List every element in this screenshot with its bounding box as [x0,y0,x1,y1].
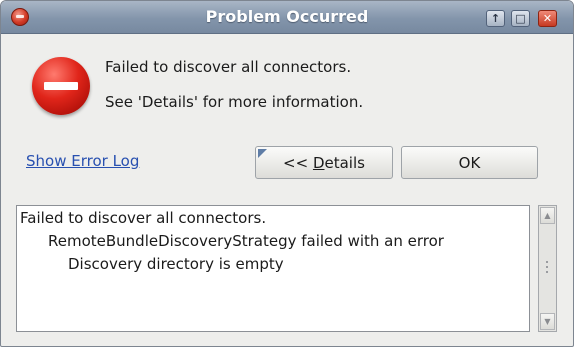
details-text-area[interactable]: Failed to discover all connectors. Remot… [16,205,530,332]
details-hint: See 'Details' for more information. [105,93,364,111]
scroll-down-icon[interactable]: ▼ [540,313,555,330]
scroll-grip[interactable] [546,261,548,275]
details-button[interactable]: << Details [255,146,393,179]
problem-dialog: Problem Occurred ↑ □ ✕ Failed to discove… [0,0,574,347]
details-line: Failed to discover all connectors. [20,209,267,227]
error-icon [32,57,90,115]
vertical-scrollbar[interactable]: ▲ ▼ [538,205,557,332]
close-icon[interactable]: ✕ [538,10,557,27]
details-button-label: etails [324,153,365,172]
title-bar[interactable]: Problem Occurred ↑ □ ✕ [1,1,573,34]
error-message: Failed to discover all connectors. [105,58,352,76]
show-error-log-link[interactable]: Show Error Log [26,152,139,170]
minimize-icon[interactable]: ↑ [486,10,505,27]
details-button-mnemonic: D [312,153,325,172]
details-line: Discovery directory is empty [68,255,284,273]
details-line: RemoteBundleDiscoveryStrategy failed wit… [48,232,444,250]
details-button-prefix: << [283,153,313,172]
ok-button[interactable]: OK [401,146,538,179]
scroll-up-icon[interactable]: ▲ [540,207,555,224]
maximize-icon[interactable]: □ [511,10,530,27]
